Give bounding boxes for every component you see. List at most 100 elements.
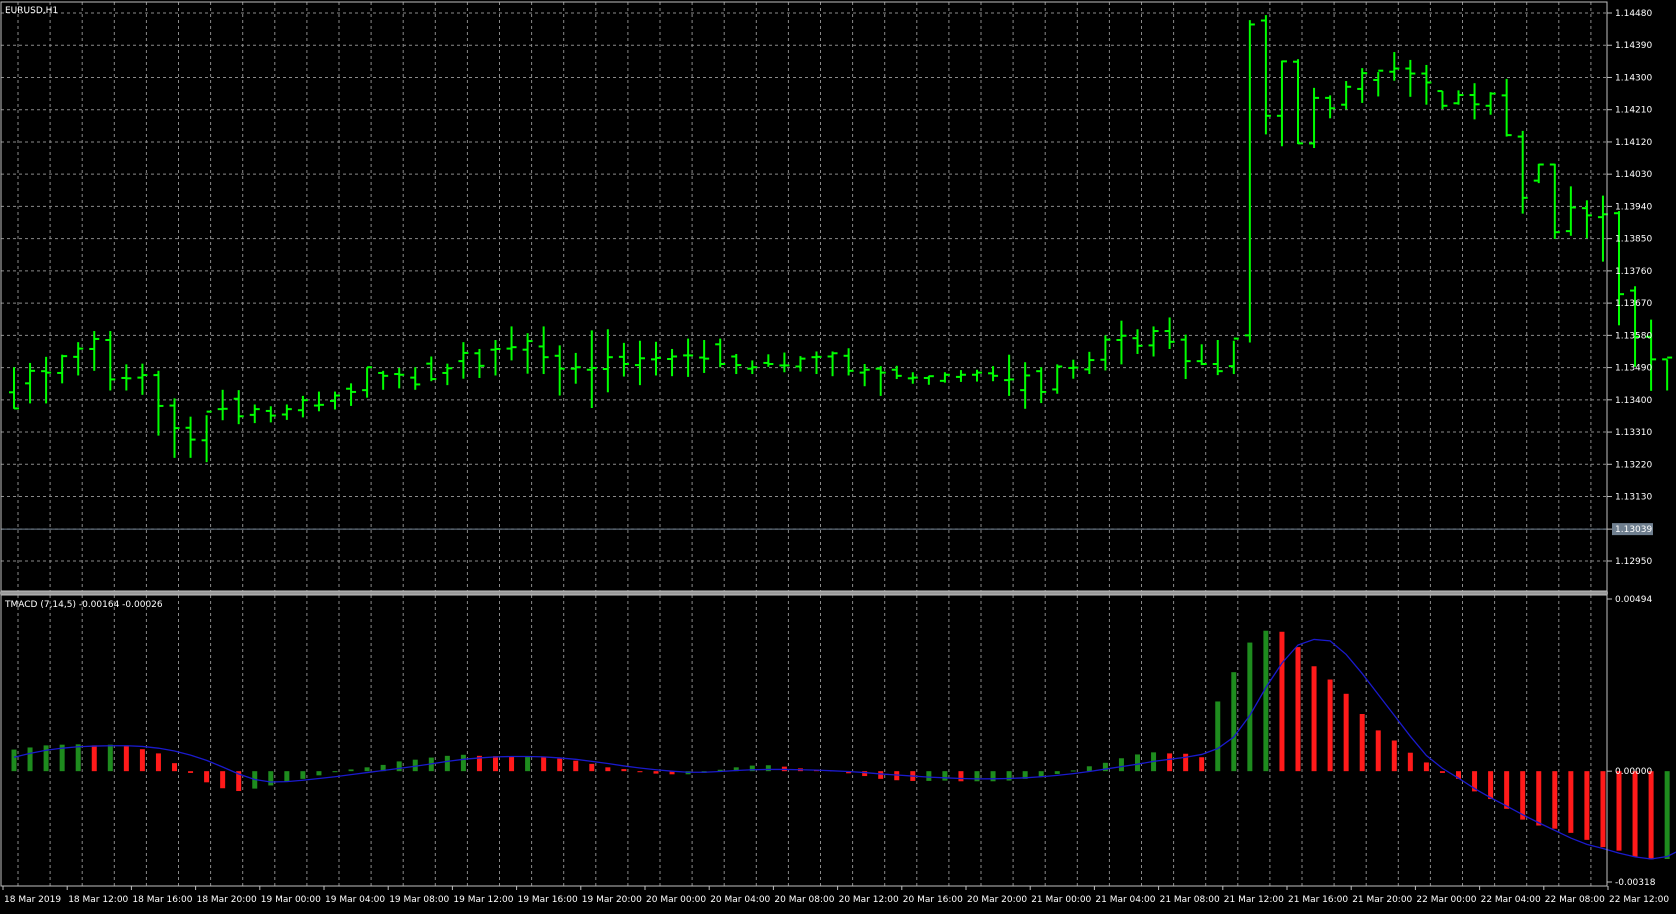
histogram-bar — [204, 771, 209, 782]
histogram-bar — [1600, 771, 1605, 847]
histogram-bar — [958, 771, 963, 781]
time-tick-label: 19 Mar 00:00 — [261, 895, 321, 905]
histogram-bar — [557, 759, 562, 772]
histogram-bar — [92, 745, 97, 771]
time-tick-label: 18 Mar 12:00 — [68, 895, 128, 905]
histogram-bar — [991, 771, 996, 781]
histogram-bar — [1376, 730, 1381, 771]
histogram-bar — [1312, 666, 1317, 771]
histogram-bar — [589, 764, 594, 771]
chart-window[interactable]: 1.144801.143901.143001.142101.141201.140… — [0, 0, 1676, 910]
histogram-bar — [975, 771, 980, 781]
histogram-bar — [1584, 771, 1589, 840]
histogram-bar — [525, 756, 530, 771]
histogram-bar — [316, 771, 321, 775]
histogram-bar — [156, 753, 161, 771]
indicator-title: TMACD (7,14,5) -0.00164 -0.00026 — [4, 600, 163, 610]
time-tick-label: 22 Mar 12:00 — [1609, 895, 1669, 905]
histogram-bar — [1552, 771, 1557, 829]
time-tick-label: 22 Mar 00:00 — [1416, 895, 1476, 905]
time-tick-label: 20 Mar 00:00 — [646, 895, 706, 905]
histogram-bar — [942, 771, 947, 780]
time-tick-label: 18 Mar 20:00 — [197, 895, 257, 905]
histogram-bar — [1424, 762, 1429, 771]
histogram-bar — [1360, 714, 1365, 771]
histogram-bar — [878, 771, 883, 779]
price-tick-label: 1.13940 — [1615, 202, 1652, 212]
time-tick-label: 21 Mar 04:00 — [1095, 895, 1155, 905]
histogram-bar — [1215, 701, 1220, 771]
time-tick-label: 21 Mar 20:00 — [1352, 895, 1412, 905]
histogram-bar — [284, 771, 289, 782]
chart-canvas[interactable]: 1.144801.143901.143001.142101.141201.140… — [0, 0, 1676, 910]
histogram-bar — [1199, 757, 1204, 771]
histogram-bar — [1247, 643, 1252, 772]
histogram-bar — [1344, 694, 1349, 771]
time-tick-label: 21 Mar 00:00 — [1031, 895, 1091, 905]
histogram-bar — [188, 771, 193, 773]
histogram-bar — [1392, 741, 1397, 772]
time-tick-label: 19 Mar 12:00 — [453, 895, 513, 905]
histogram-bar — [1231, 672, 1236, 771]
symbol-title: EURUSD,H1 — [5, 6, 58, 16]
histogram-bar — [220, 771, 225, 788]
histogram-bar — [268, 771, 273, 785]
time-tick-label: 20 Mar 12:00 — [839, 895, 899, 905]
indicator-tick-label: -0.00318 — [1615, 878, 1656, 888]
histogram-bar — [1440, 771, 1445, 773]
histogram-bar — [1488, 771, 1493, 799]
histogram-bar — [541, 757, 546, 771]
time-tick-label: 21 Mar 16:00 — [1288, 895, 1348, 905]
price-tick-label: 1.13580 — [1615, 331, 1652, 341]
histogram-bar — [637, 771, 642, 772]
time-tick-label: 19 Mar 08:00 — [389, 895, 449, 905]
histogram-bar — [1296, 647, 1301, 771]
histogram-bar — [124, 746, 129, 771]
histogram-bar — [300, 771, 305, 779]
histogram-bar — [28, 747, 33, 771]
time-tick-label: 20 Mar 16:00 — [903, 895, 963, 905]
time-tick-label: 18 Mar 16:00 — [132, 895, 192, 905]
time-tick-label: 22 Mar 08:00 — [1545, 895, 1605, 905]
price-tick-label: 1.14030 — [1615, 170, 1652, 180]
time-tick-label: 19 Mar 20:00 — [582, 895, 642, 905]
histogram-bar — [1520, 771, 1525, 819]
histogram-bar — [1328, 680, 1333, 772]
histogram-bar — [605, 767, 610, 771]
histogram-bar — [445, 756, 450, 771]
histogram-bar — [1119, 758, 1124, 771]
histogram-bar — [172, 763, 177, 771]
price-tick-label: 1.13130 — [1615, 493, 1652, 503]
histogram-bar — [1504, 771, 1509, 809]
indicator-tick-label: 0.00494 — [1615, 595, 1652, 605]
price-tick-label: 1.14300 — [1615, 73, 1652, 83]
bid-price-label: 1.13039 — [1615, 525, 1652, 535]
histogram-bar — [573, 761, 578, 771]
indicator-tick-label: 0.00000 — [1615, 767, 1652, 777]
price-tick-label: 1.13760 — [1615, 267, 1652, 277]
price-tick-label: 1.13490 — [1615, 364, 1652, 374]
panel-separator — [0, 592, 1608, 595]
histogram-bar — [397, 761, 402, 771]
histogram-bar — [76, 744, 81, 771]
price-tick-label: 1.13220 — [1615, 460, 1652, 470]
histogram-bar — [1408, 753, 1413, 771]
histogram-bar — [333, 771, 338, 772]
histogram-bar — [1135, 754, 1140, 771]
price-tick-label: 1.13400 — [1615, 396, 1652, 406]
price-tick-label: 1.14210 — [1615, 106, 1652, 116]
price-tick-label: 1.12950 — [1615, 557, 1652, 567]
histogram-bar — [493, 756, 498, 771]
histogram-bar — [1055, 771, 1060, 774]
histogram-bar — [12, 750, 17, 772]
histogram-bar — [509, 757, 514, 772]
histogram-bar — [1039, 771, 1044, 776]
histogram-bar — [349, 769, 354, 771]
histogram-bar — [365, 767, 370, 771]
time-tick-label: 21 Mar 12:00 — [1224, 895, 1284, 905]
price-tick-label: 1.14390 — [1615, 41, 1652, 51]
histogram-bar — [1263, 631, 1268, 771]
time-tick-label: 19 Mar 04:00 — [325, 895, 385, 905]
histogram-bar — [461, 755, 466, 771]
histogram-bar — [1568, 771, 1573, 833]
